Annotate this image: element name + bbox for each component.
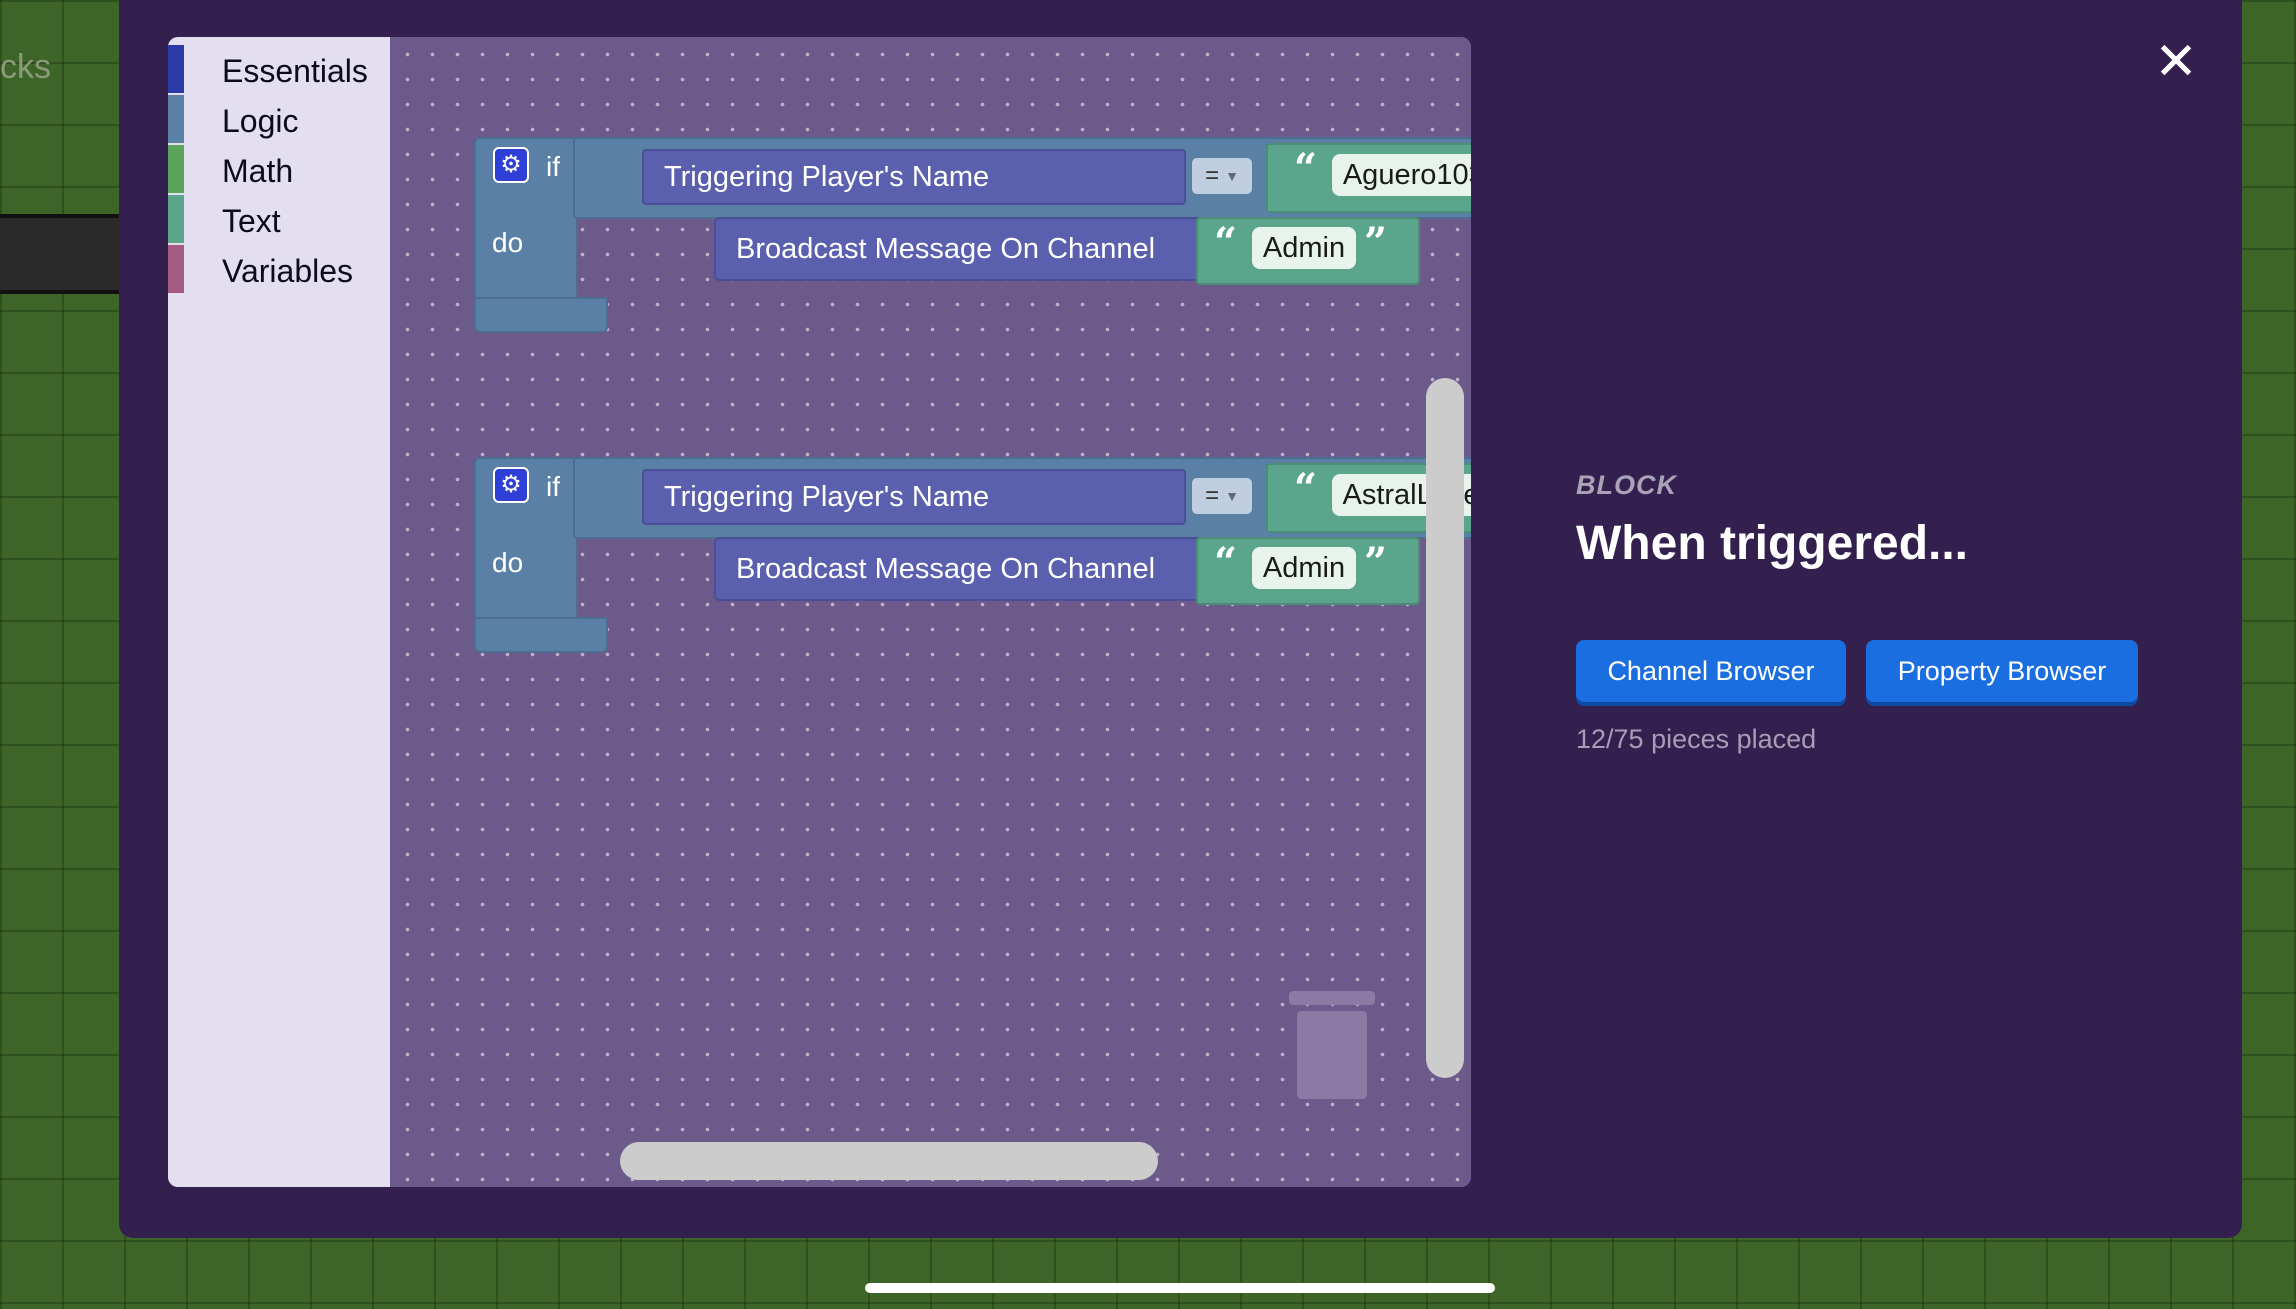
open-quote-icon: “ (1294, 145, 1318, 192)
category-label: Variables (222, 253, 354, 289)
category-label: Logic (222, 103, 299, 139)
category-logic[interactable]: Logic (168, 95, 390, 143)
do-keyword: do (492, 227, 524, 258)
chevron-down-icon: ▼ (1225, 168, 1239, 184)
close-icon[interactable]: ✕ (2150, 36, 2202, 88)
trash-body (1297, 1011, 1367, 1099)
horizontal-scrollbar[interactable] (620, 1142, 1158, 1180)
chevron-down-icon: ▼ (1225, 488, 1239, 504)
property-browser-button[interactable]: Property Browser (1866, 640, 2138, 702)
block-editor: Essentials Logic Math Text Variables ⚙ i… (168, 37, 1471, 1187)
category-swatch (168, 195, 184, 243)
category-variables[interactable]: Variables (168, 245, 390, 293)
category-label: Math (222, 153, 294, 189)
gear-icon[interactable]: ⚙ (493, 147, 529, 183)
background-road (0, 214, 130, 294)
category-swatch (168, 245, 184, 293)
do-keyword: do (492, 547, 524, 578)
background-partial-text: cks (0, 48, 51, 86)
trash-lid (1289, 991, 1375, 1005)
open-quote-icon: “ (1214, 219, 1238, 266)
broadcast-message-block[interactable]: Broadcast Message On Channel (714, 217, 1204, 281)
trash-icon[interactable] (1289, 991, 1375, 1101)
close-quote-icon: ” (1364, 539, 1388, 586)
triggering-player-name-block[interactable]: Triggering Player's Name (642, 469, 1186, 525)
operator-label: = (1205, 162, 1220, 189)
operator-label: = (1205, 482, 1220, 509)
block-title: When triggered... (1576, 517, 1969, 570)
toolbox: Essentials Logic Math Text Variables (168, 37, 390, 1187)
pieces-placed-count: 12/75 pieces placed (1576, 724, 1817, 754)
operator-dropdown[interactable]: = ▼ (1192, 158, 1252, 194)
if-keyword: if (546, 151, 560, 182)
home-indicator[interactable] (865, 1283, 1495, 1293)
category-label: Essentials (222, 53, 368, 89)
broadcast-message-block[interactable]: Broadcast Message On Channel (714, 537, 1204, 601)
if-block-foot (474, 297, 608, 333)
category-text[interactable]: Text (168, 195, 390, 243)
category-label: Text (222, 203, 281, 239)
channel-value-field[interactable]: Admin (1252, 547, 1356, 589)
category-math[interactable]: Math (168, 145, 390, 193)
open-quote-icon: “ (1294, 465, 1318, 512)
category-swatch (168, 45, 184, 93)
category-swatch (168, 145, 184, 193)
category-swatch (168, 95, 184, 143)
vertical-scrollbar[interactable] (1426, 378, 1464, 1078)
triggering-player-name-block[interactable]: Triggering Player's Name (642, 149, 1186, 205)
open-quote-icon: “ (1214, 539, 1238, 586)
channel-value-field[interactable]: Admin (1252, 227, 1356, 269)
block-type-label: BLOCK (1576, 470, 1677, 500)
gear-icon[interactable]: ⚙ (493, 467, 529, 503)
string-value-field[interactable]: Aguero103887 (1332, 154, 1471, 196)
if-block-foot (474, 617, 608, 653)
close-quote-icon: ” (1364, 219, 1388, 266)
channel-browser-button[interactable]: Channel Browser (1576, 640, 1846, 702)
operator-dropdown[interactable]: = ▼ (1192, 478, 1252, 514)
category-essentials[interactable]: Essentials (168, 45, 390, 93)
if-keyword: if (546, 471, 560, 502)
